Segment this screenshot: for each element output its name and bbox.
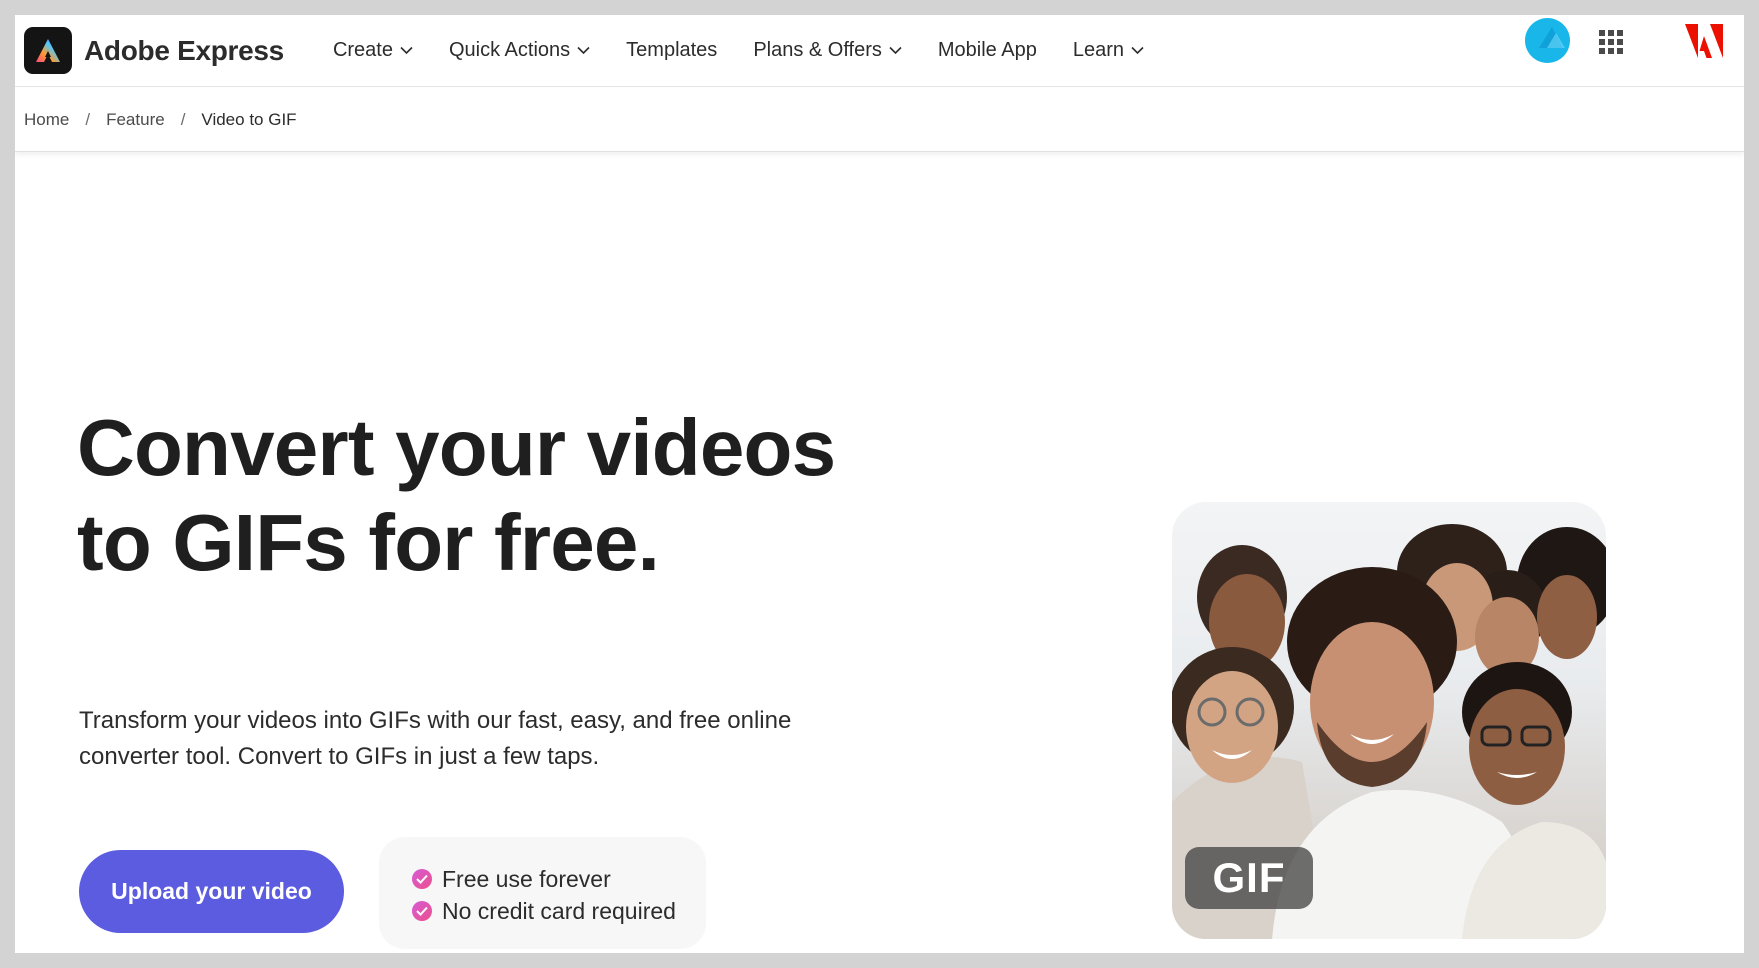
hero-title: Convert your videos to GIFs for free. bbox=[77, 403, 836, 587]
nav-label: Quick Actions bbox=[448, 39, 571, 61]
nav-mobile-app[interactable]: Mobile App bbox=[938, 39, 1037, 62]
nav-label: Mobile App bbox=[937, 39, 1037, 61]
adobe-express-logo-icon bbox=[24, 27, 72, 74]
nav-label: Templates bbox=[626, 39, 718, 61]
checkmark-circle-icon bbox=[412, 901, 432, 921]
breadcrumb-separator: / bbox=[180, 109, 186, 129]
benefit-label: Free use forever bbox=[442, 865, 611, 892]
benefit-label: No credit card required bbox=[442, 897, 676, 924]
hero-subtitle: Transform your videos into GIFs with our… bbox=[79, 707, 792, 770]
gif-badge: GIF bbox=[1185, 847, 1313, 909]
nav-label: Plans & Offers bbox=[753, 39, 882, 61]
top-navigation: Adobe Express Create Quick Actions Templ… bbox=[15, 15, 1744, 87]
checkmark-circle-icon bbox=[412, 869, 432, 889]
breadcrumb-separator: / bbox=[85, 109, 91, 129]
chevron-down-icon bbox=[889, 46, 902, 55]
breadcrumb-current: Video to GIF bbox=[201, 109, 297, 129]
brand-link[interactable]: Adobe Express bbox=[24, 27, 284, 74]
chevron-down-icon bbox=[400, 46, 413, 55]
avatar-icon bbox=[1539, 27, 1565, 48]
nav-label: Create bbox=[332, 39, 393, 61]
nav-plans-offers[interactable]: Plans & Offers bbox=[753, 39, 902, 62]
adobe-logo-icon[interactable] bbox=[1685, 24, 1723, 58]
breadcrumb-home[interactable]: Home bbox=[24, 110, 69, 130]
breadcrumb-feature[interactable]: Feature bbox=[106, 110, 165, 130]
page: Adobe Express Create Quick Actions Templ… bbox=[15, 15, 1744, 953]
benefit-item: Free use forever bbox=[412, 863, 706, 895]
brand-name: Adobe Express bbox=[84, 34, 284, 66]
benefits-box: Free use forever No credit card required bbox=[379, 837, 706, 949]
upload-video-button[interactable]: Upload your video bbox=[79, 850, 344, 933]
breadcrumb: Home / Feature / Video to GIF bbox=[15, 88, 1744, 152]
nav-label: Learn bbox=[1072, 39, 1125, 61]
nav-learn[interactable]: Learn bbox=[1073, 39, 1144, 62]
gif-preview-image: GIF bbox=[1172, 502, 1606, 939]
nav-create[interactable]: Create bbox=[333, 39, 413, 62]
chevron-down-icon bbox=[577, 46, 590, 55]
nav-templates[interactable]: Templates bbox=[626, 39, 717, 62]
main-nav: Create Quick Actions Templates Plans & O… bbox=[333, 39, 1180, 62]
app-grid-icon[interactable] bbox=[1598, 29, 1624, 55]
benefit-item: No credit card required bbox=[412, 895, 706, 927]
user-avatar[interactable] bbox=[1525, 18, 1570, 63]
nav-quick-actions[interactable]: Quick Actions bbox=[449, 39, 590, 62]
chevron-down-icon bbox=[1131, 46, 1144, 55]
